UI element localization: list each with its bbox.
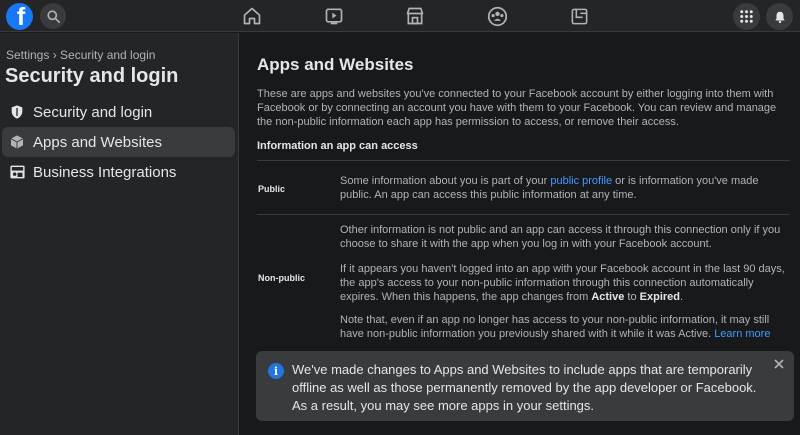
para2-after: . [680,291,684,303]
learn-more-link[interactable]: Learn more [714,328,770,340]
marketplace-icon [406,7,424,25]
shield-icon [8,103,26,121]
sidebar-item-label: Apps and Websites [33,133,162,151]
sidebar-title: Security and login [5,65,179,87]
changes-notice-banner: i We've made changes to Apps and Website… [256,351,794,421]
row-divider [257,160,790,161]
public-label: Public [258,184,286,194]
page-title: Apps and Websites [257,55,414,74]
close-notice-button[interactable] [772,357,786,371]
expired-word: Expired [639,291,681,303]
menu-grid-icon [740,10,753,23]
search-button[interactable] [40,3,66,29]
breadcrumb[interactable]: Settings › Security and login [6,48,155,62]
home-icon [243,7,261,25]
non-public-paragraph-3: Note that, even if an app no longer has … [340,313,790,341]
notice-text: We've made changes to Apps and Websites … [292,362,757,413]
sidebar-item-security-and-login[interactable]: Security and login [2,97,235,127]
gaming-icon [571,8,587,24]
watch-nav-button[interactable] [322,4,346,28]
top-navigation-bar: f [0,0,800,32]
para2-mid: to [624,291,640,303]
non-public-label: Non-public [258,273,305,283]
notifications-button[interactable] [766,3,793,30]
gaming-nav-button[interactable] [567,4,591,28]
intro-paragraph: These are apps and websites you've conne… [257,88,777,128]
para3-text: Note that, even if an app no longer has … [340,314,770,340]
info-icon: i [268,363,284,379]
home-nav-button[interactable] [240,4,264,28]
watch-icon [325,8,343,25]
sidebar-item-label: Security and login [33,103,153,121]
business-icon [8,163,26,181]
para2-before: If it appears you haven't logged into an… [340,263,785,303]
public-text-before: Some information about you is part of yo… [340,175,551,187]
section-heading: Information an app can access [257,140,418,152]
cube-icon [8,133,26,151]
sidebar-item-apps-and-websites[interactable]: Apps and Websites [2,127,235,157]
non-public-paragraph-1: Other information is not public and an a… [340,224,781,250]
notifications-icon [774,11,785,23]
facebook-logo[interactable]: f [6,3,33,30]
groups-nav-button[interactable] [485,4,509,28]
public-profile-link[interactable]: public profile [550,175,612,187]
non-public-paragraph-2: If it appears you haven't logged into an… [340,262,790,304]
public-description: Some information about you is part of yo… [340,174,790,202]
menu-button[interactable] [733,3,760,30]
facebook-logo-letter: f [16,3,26,30]
search-icon [46,9,60,23]
active-word: Active [591,291,625,303]
row-divider [257,214,790,215]
settings-sidebar: Settings › Security and login Security a… [0,33,239,435]
sidebar-item-business-integrations[interactable]: Business Integrations [2,157,235,187]
groups-icon [487,6,507,26]
marketplace-nav-button[interactable] [403,4,427,28]
close-icon [774,359,784,369]
sidebar-item-label: Business Integrations [33,163,177,181]
